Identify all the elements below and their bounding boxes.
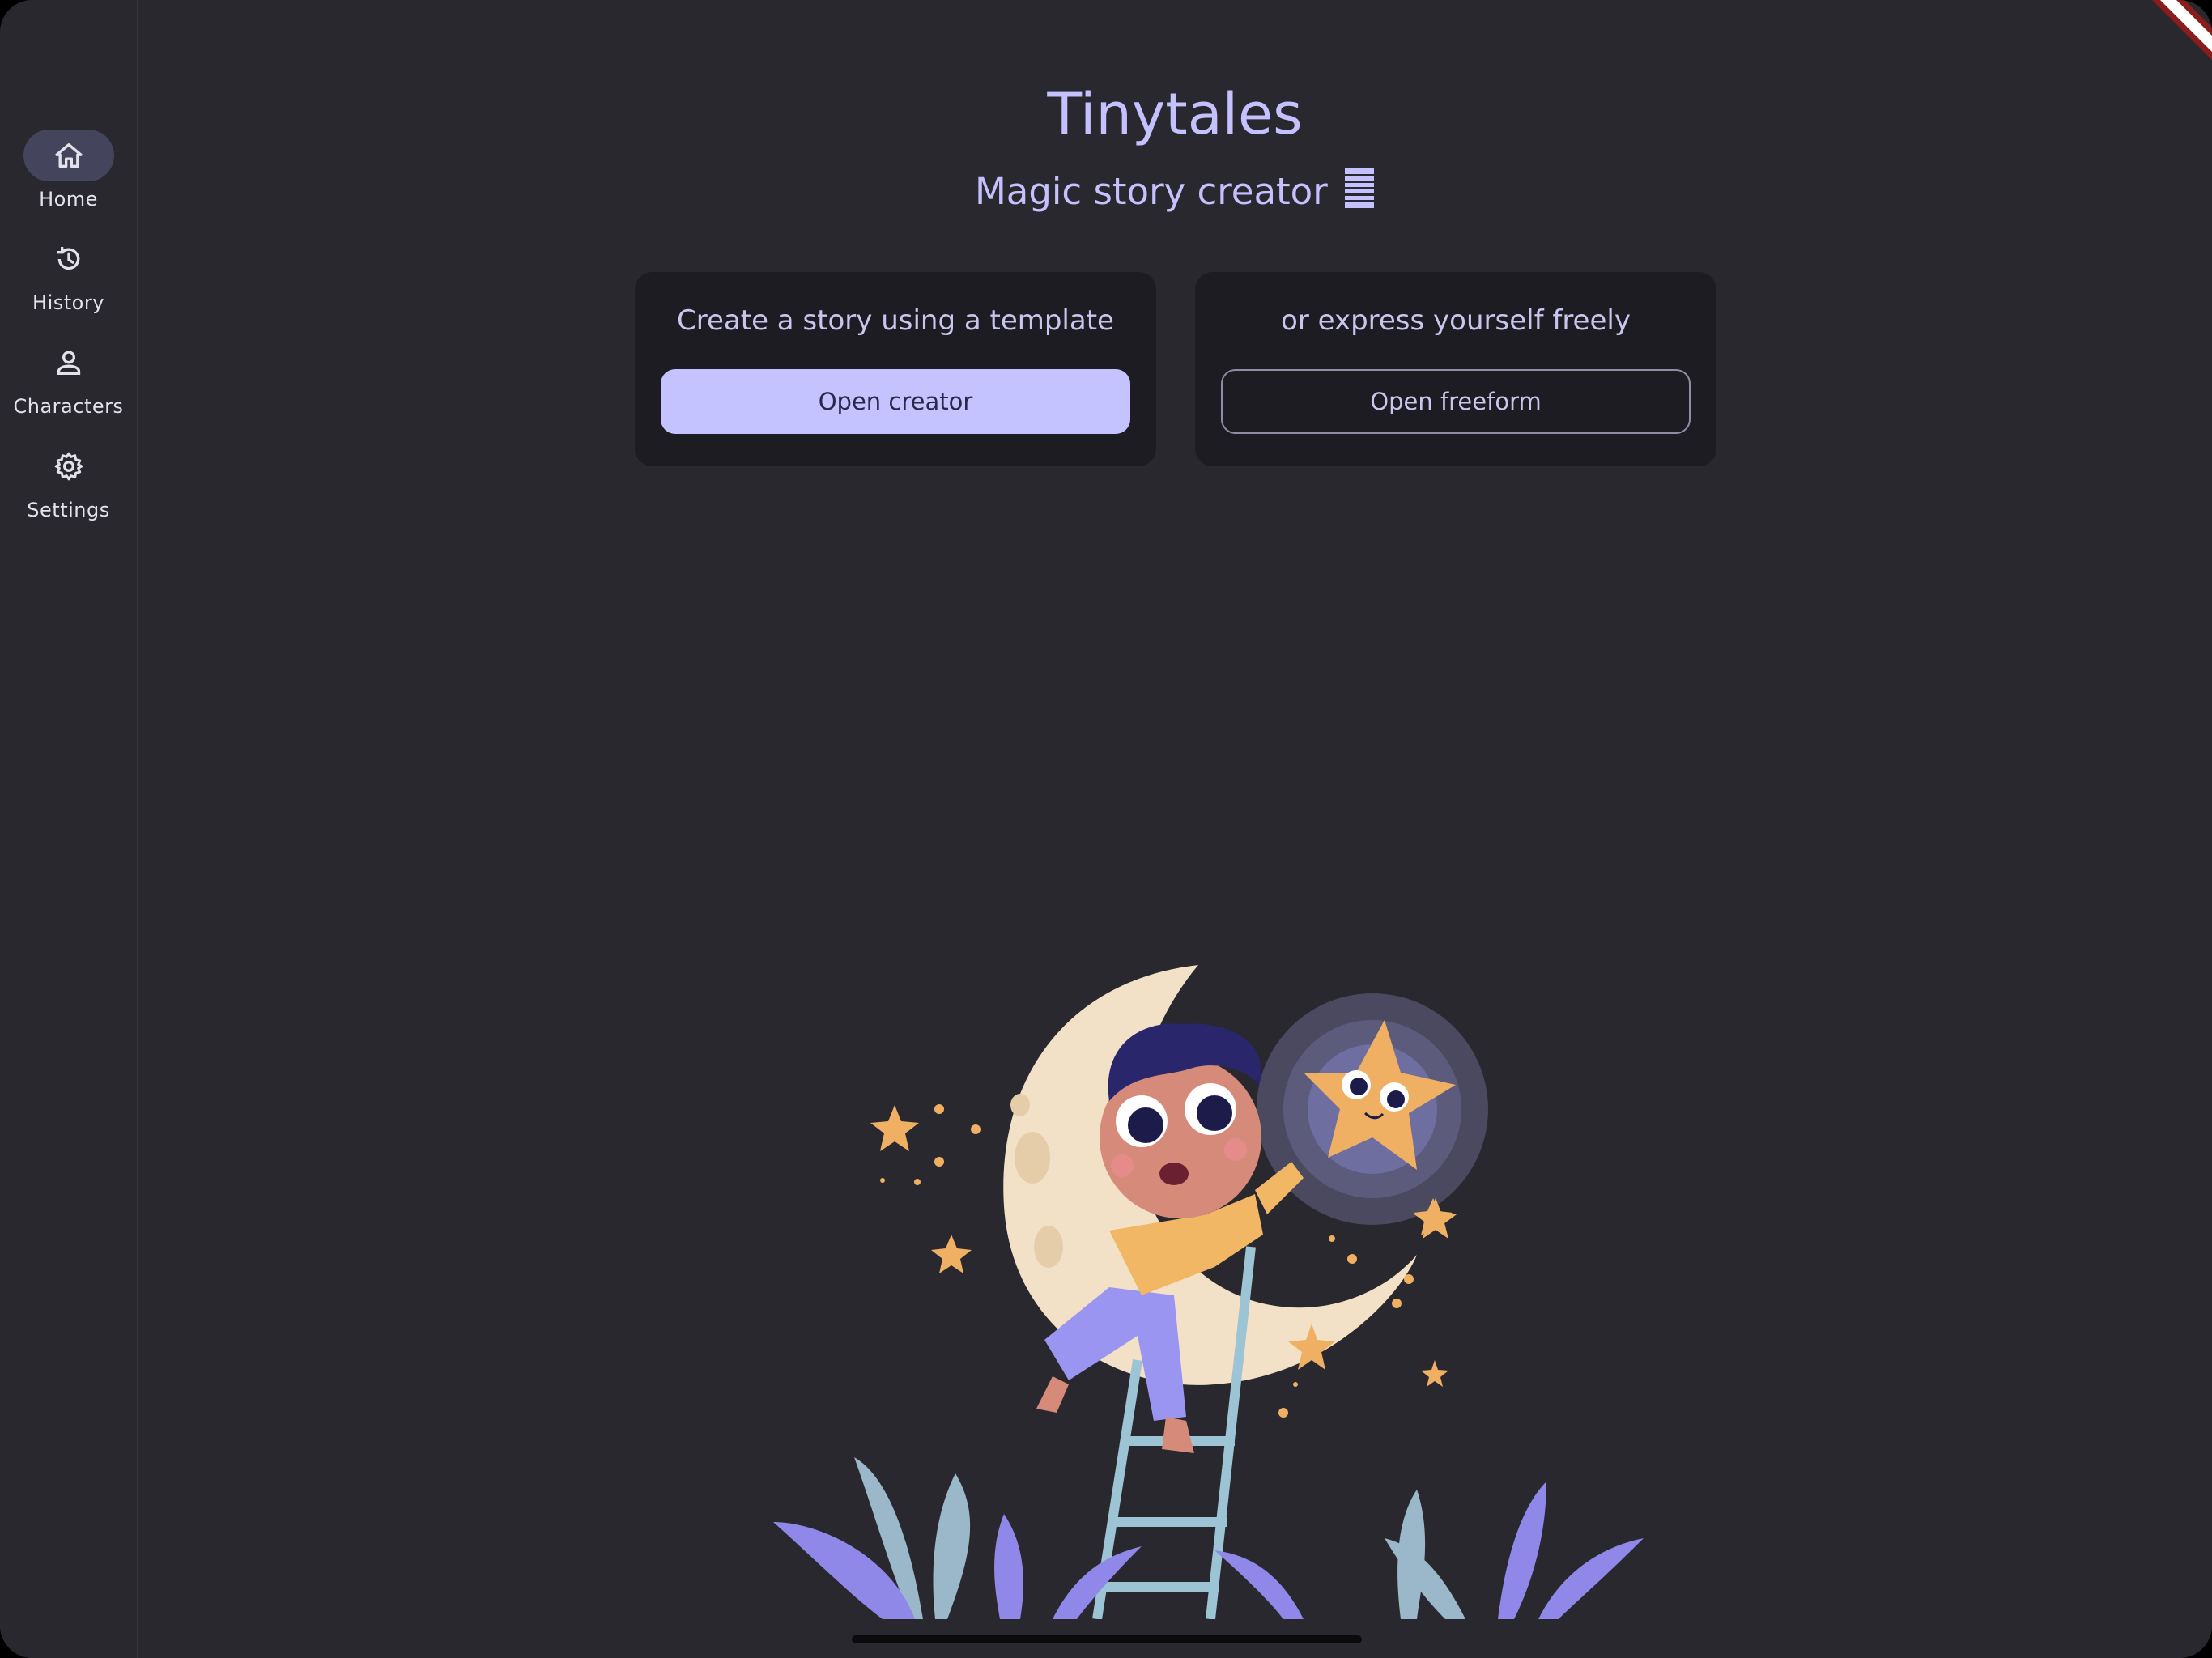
navigation-rail: Home History Characters Settings bbox=[0, 0, 138, 1658]
app-subtitle: Magic story creator bbox=[0, 167, 2212, 213]
nav-label-settings: Settings bbox=[27, 499, 110, 521]
open-creator-button[interactable]: Open creator bbox=[661, 369, 1130, 434]
nav-label-history: History bbox=[32, 291, 104, 314]
home-indicator bbox=[852, 1635, 1362, 1643]
person-icon bbox=[57, 351, 80, 375]
template-card: Create a story using a template Open cre… bbox=[635, 272, 1156, 466]
history-icon bbox=[56, 247, 79, 270]
app-subtitle-text: Magic story creator bbox=[974, 170, 1328, 213]
gear-icon bbox=[54, 452, 83, 481]
open-freeform-button[interactable]: Open freeform bbox=[1221, 369, 1691, 434]
nav-item-characters[interactable]: Characters bbox=[0, 337, 137, 418]
app-title: Tinytales bbox=[1047, 81, 1303, 147]
template-card-text: Create a story using a template bbox=[677, 304, 1114, 337]
book-icon bbox=[1345, 168, 1375, 208]
app-window: Home History Characters Settings Tinytal… bbox=[0, 0, 2212, 1658]
freeform-card-text: or express yourself freely bbox=[1281, 304, 1631, 337]
debug-banner bbox=[2152, 0, 2212, 60]
freeform-card: or express yourself freely Open freeform bbox=[1195, 272, 1716, 466]
nav-pill-settings bbox=[23, 440, 114, 492]
hero-illustration bbox=[773, 965, 1644, 1619]
nav-pill-characters bbox=[23, 337, 114, 389]
nav-pill-history bbox=[23, 233, 114, 285]
nav-item-history[interactable]: History bbox=[0, 233, 137, 314]
nav-label-characters: Characters bbox=[13, 395, 124, 418]
nav-item-settings[interactable]: Settings bbox=[0, 440, 137, 521]
